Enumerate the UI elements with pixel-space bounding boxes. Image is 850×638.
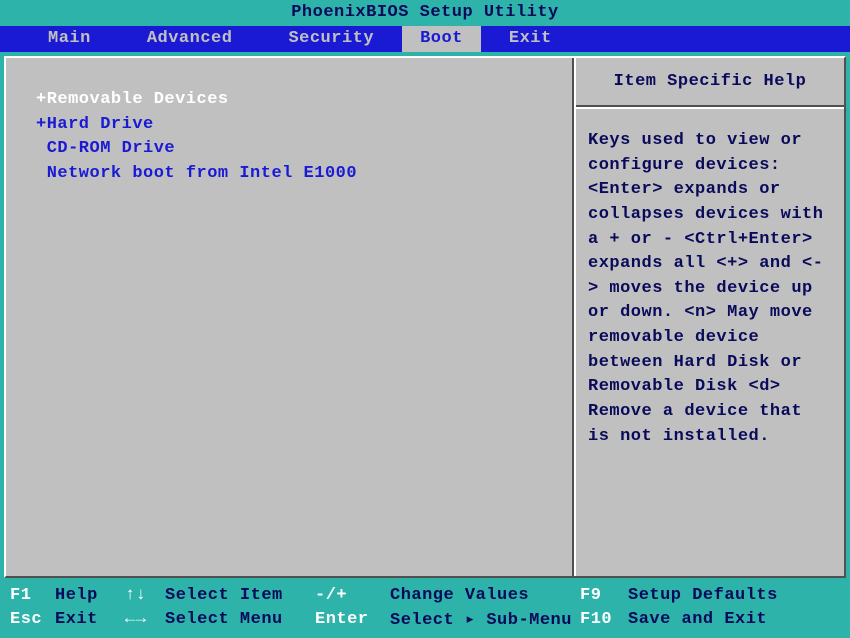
title-text: PhoenixBIOS Setup Utility bbox=[291, 3, 559, 22]
hint-change-values: Change Values bbox=[390, 586, 580, 605]
key-enter: Enter bbox=[315, 610, 390, 629]
hint-select-submenu: Select ▸ Sub-Menu bbox=[390, 609, 580, 630]
menu-main[interactable]: Main bbox=[20, 26, 119, 52]
menu-advanced[interactable]: Advanced bbox=[119, 26, 261, 52]
footer-hints: F1 Help ↑↓ Select Item -/+ Change Values… bbox=[0, 582, 850, 636]
help-pane: Item Specific Help Keys used to view or … bbox=[574, 58, 844, 576]
boot-item-network[interactable]: Network boot from Intel E1000 bbox=[36, 162, 557, 187]
hint-setup-defaults: Setup Defaults bbox=[628, 586, 840, 605]
boot-item-hard-drive[interactable]: +Hard Drive bbox=[36, 113, 557, 138]
hint-save-exit: Save and Exit bbox=[628, 610, 840, 629]
title-bar: PhoenixBIOS Setup Utility bbox=[0, 0, 850, 26]
menu-bar: Main Advanced Security Boot Exit bbox=[0, 26, 850, 52]
key-esc: Esc bbox=[10, 610, 55, 629]
boot-item-cdrom[interactable]: CD-ROM Drive bbox=[36, 137, 557, 162]
menu-security[interactable]: Security bbox=[260, 26, 402, 52]
key-f1: F1 bbox=[10, 586, 55, 605]
menu-boot[interactable]: Boot bbox=[402, 26, 481, 52]
menu-exit[interactable]: Exit bbox=[481, 26, 580, 52]
help-title: Item Specific Help bbox=[576, 58, 844, 107]
hint-help: Help bbox=[55, 586, 125, 605]
key-f10: F10 bbox=[580, 610, 628, 629]
boot-order-pane: +Removable Devices +Hard Drive CD-ROM Dr… bbox=[6, 58, 574, 576]
hint-select-menu: Select Menu bbox=[165, 610, 315, 629]
boot-item-removable[interactable]: +Removable Devices bbox=[36, 88, 557, 113]
key-plusminus: -/+ bbox=[315, 586, 390, 605]
hint-select-item: Select Item bbox=[165, 586, 315, 605]
content-area: +Removable Devices +Hard Drive CD-ROM Dr… bbox=[4, 56, 846, 578]
key-updown: ↑↓ bbox=[125, 586, 165, 605]
key-f9: F9 bbox=[580, 586, 628, 605]
key-leftright: ←→ bbox=[125, 610, 165, 629]
hint-exit: Exit bbox=[55, 610, 125, 629]
help-body: Keys used to view or configure devices: … bbox=[576, 109, 844, 459]
